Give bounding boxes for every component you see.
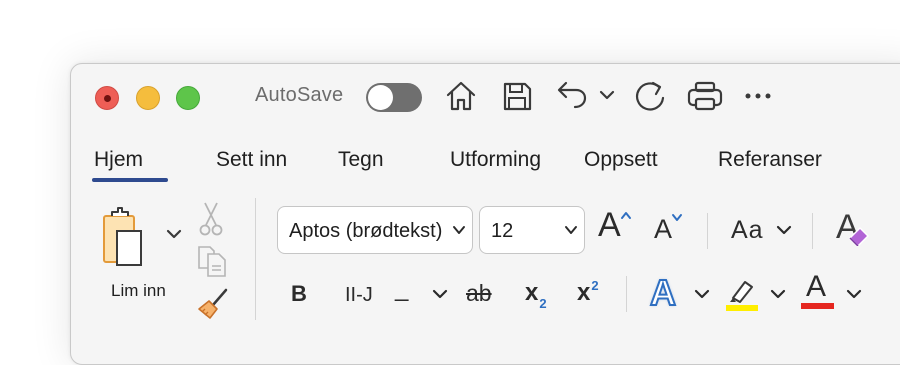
font-color-dropdown-icon[interactable] (846, 288, 862, 300)
shrink-arrow-icon (672, 214, 682, 221)
strikethrough-button[interactable]: ab (466, 280, 492, 307)
font-color-swatch (801, 303, 834, 309)
case-separator (812, 213, 813, 249)
subscript-mark: 2 (539, 296, 547, 311)
paste-label: Lim inn (111, 281, 166, 300)
minimize-window-button[interactable] (136, 86, 160, 110)
tab-sett-inn[interactable]: Sett inn (216, 148, 287, 172)
underline-button[interactable]: _ (395, 275, 408, 303)
redo-icon[interactable] (632, 78, 668, 116)
copy-icon[interactable] (196, 244, 230, 278)
underline-glyph: _ (395, 275, 409, 302)
script-separator (626, 276, 627, 312)
font-family-select[interactable]: Aptos (brødtekst) (277, 206, 473, 254)
save-icon[interactable] (500, 78, 534, 114)
shrink-font-button[interactable]: A (654, 214, 672, 245)
bold-button[interactable]: B (291, 281, 307, 307)
font-color-button[interactable]: A (806, 270, 826, 304)
more-icon[interactable] (744, 91, 774, 101)
italic-label: II-J (345, 284, 373, 306)
toggle-knob (368, 85, 393, 110)
change-case-label: Aa (731, 216, 764, 244)
superscript-mark: 2 (591, 278, 599, 293)
font-color-glyph: A (806, 270, 827, 303)
zoom-window-button[interactable] (176, 86, 200, 110)
autosave-toggle[interactable] (366, 83, 422, 112)
grow-font-button[interactable]: A (598, 206, 621, 245)
grow-arrow-icon (621, 212, 631, 219)
undo-icon[interactable] (554, 78, 590, 114)
eraser-icon (849, 227, 869, 246)
font-size-separator (707, 213, 708, 249)
superscript-button[interactable]: x2 (577, 278, 599, 307)
text-effects-dropdown-icon[interactable] (694, 288, 710, 300)
active-tab-indicator (92, 178, 168, 182)
clipboard-separator (255, 198, 256, 320)
chevron-down-icon (453, 226, 465, 234)
home-icon[interactable] (444, 78, 478, 114)
close-window-button[interactable] (95, 86, 119, 110)
autosave-label: AutoSave (255, 84, 344, 106)
text-effects-glyph: A (649, 271, 677, 314)
subscript-button[interactable]: x2 (525, 279, 547, 311)
subscript-base: x (525, 279, 539, 306)
tab-oppsett[interactable]: Oppsett (584, 148, 658, 172)
italic-button[interactable]: II-J (345, 284, 373, 307)
chevron-down-icon (565, 226, 577, 234)
shrink-font-glyph: A (654, 214, 673, 244)
highlighter-icon[interactable] (724, 274, 760, 312)
format-painter-icon[interactable] (196, 286, 230, 322)
superscript-base: x (577, 279, 591, 306)
tab-hjem[interactable]: Hjem (94, 148, 143, 172)
font-size-select[interactable]: 12 (479, 206, 585, 254)
print-icon[interactable] (686, 78, 724, 114)
bold-glyph: B (291, 281, 307, 306)
underline-dropdown-icon[interactable] (432, 288, 448, 300)
undo-dropdown-icon[interactable] (598, 88, 616, 102)
tab-utforming[interactable]: Utforming (450, 148, 541, 172)
paste-dropdown-icon[interactable] (166, 228, 182, 240)
tab-tegn[interactable]: Tegn (338, 148, 384, 172)
tab-referanser[interactable]: Referanser (718, 148, 822, 172)
cut-icon[interactable] (196, 201, 226, 237)
change-case-dropdown-icon[interactable] (776, 224, 792, 236)
grow-font-glyph: A (598, 206, 621, 244)
strikethrough-glyph: ab (466, 280, 492, 306)
font-family-value: Aptos (brødtekst) (289, 220, 443, 242)
font-size-value: 12 (491, 220, 514, 242)
paste-icon[interactable] (100, 204, 164, 270)
text-effects-button[interactable]: A (649, 271, 677, 314)
change-case-button[interactable]: Aa (731, 216, 764, 245)
highlight-dropdown-icon[interactable] (770, 288, 786, 300)
